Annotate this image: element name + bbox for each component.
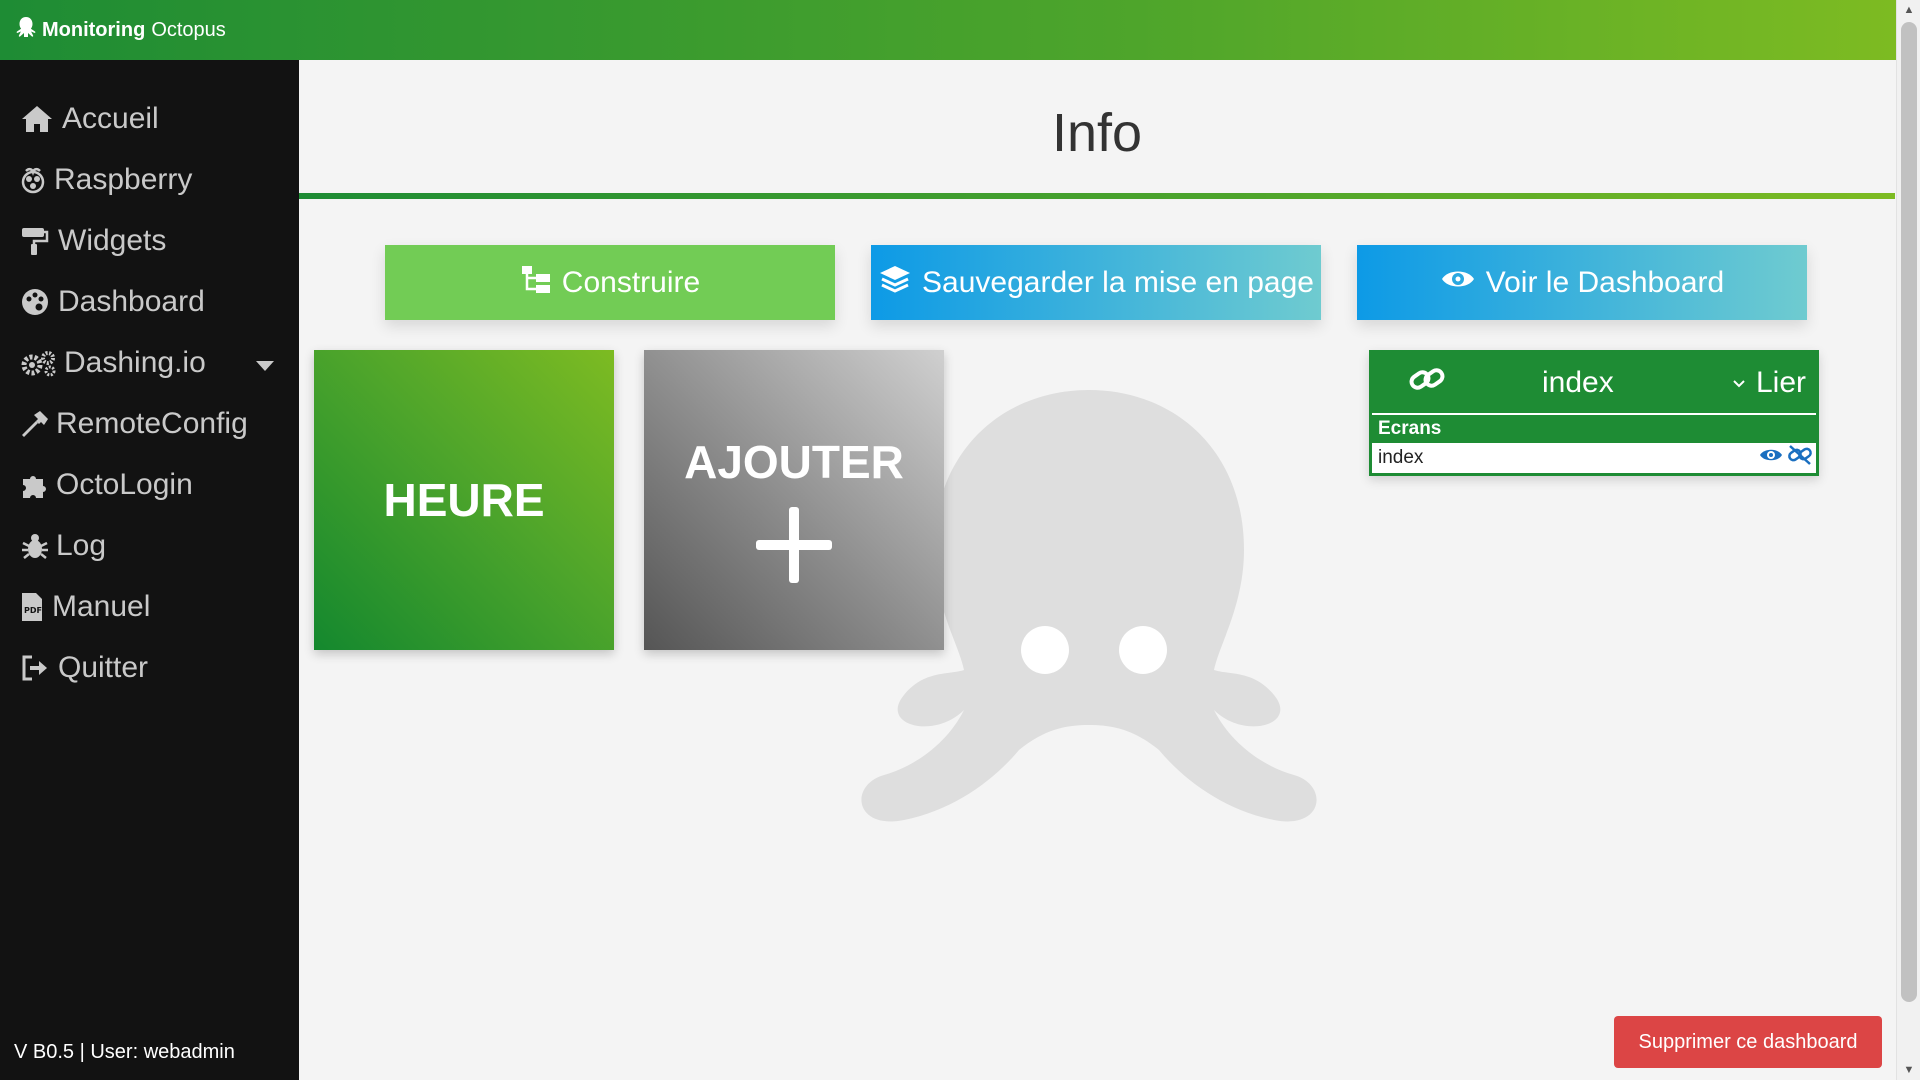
layers-icon (878, 264, 912, 302)
svg-text:PDF: PDF (24, 606, 42, 615)
sidebar-item-accueil[interactable]: Accueil (0, 88, 299, 149)
page-title: Info (1051, 103, 1143, 163)
sidebar-item-label: OctoLogin (56, 467, 193, 501)
save-label: Sauvegarder la mise en page (922, 265, 1314, 299)
sidebar-item-label: Raspberry (54, 162, 193, 196)
sidebar-item-raspberry[interactable]: Raspberry (0, 149, 299, 210)
sidebar-item-octologin[interactable]: OctoLogin (0, 454, 299, 515)
title-divider (299, 193, 1895, 199)
sidebar-item-label: Dashboard (58, 284, 205, 318)
link-icon (1408, 364, 1446, 402)
hammer-icon (20, 408, 54, 440)
sidebar-item-label: Quitter (58, 650, 149, 684)
tile-label: HEURE (383, 474, 545, 526)
sitemap-icon (520, 264, 552, 302)
view-screen-eye-icon[interactable] (1759, 446, 1783, 470)
sidebar-item-widgets[interactable]: Widgets (0, 210, 299, 271)
cogs-icon (20, 347, 62, 379)
sign-out-icon (20, 652, 56, 684)
sidebar: Accueil Raspberry Widgets Dashboard Dash… (0, 60, 299, 1080)
unlink-icon[interactable] (1787, 444, 1813, 472)
link-screens-panel: index Lier Ecrans index (1369, 350, 1819, 476)
caret-down-icon[interactable] (255, 346, 275, 380)
plus-icon (756, 507, 832, 583)
link-header: index Lier (1372, 353, 1816, 413)
tile-label: AJOUTER (684, 436, 904, 488)
delete-dashboard-button[interactable]: Supprimer ce dashboard (1614, 1016, 1882, 1068)
sidebar-item-log[interactable]: Log (0, 515, 299, 576)
screens-header: Ecrans (1372, 413, 1816, 443)
puzzle-icon (20, 469, 54, 501)
scroll-up-arrow-icon[interactable]: ▲ (1897, 0, 1920, 20)
raspberry-icon (20, 164, 52, 196)
pdf-icon: PDF (20, 591, 50, 623)
sidebar-nav: Accueil Raspberry Widgets Dashboard Dash… (0, 0, 299, 698)
sidebar-item-remoteconfig[interactable]: RemoteConfig (0, 393, 299, 454)
scroll-thumb[interactable] (1901, 22, 1917, 1002)
sidebar-item-label: RemoteConfig (56, 406, 248, 440)
sidebar-item-label: Accueil (62, 101, 159, 135)
eye-icon (1440, 266, 1476, 300)
link-button[interactable]: Lier (1756, 366, 1806, 400)
palette-icon (20, 286, 56, 318)
sidebar-item-label: Log (56, 528, 107, 562)
scrollbar[interactable]: ▲ ▼ (1896, 0, 1920, 1080)
paint-roller-icon (20, 225, 56, 257)
screen-row: index (1372, 443, 1816, 473)
home-icon (20, 103, 60, 135)
screen-name: index (1378, 447, 1424, 468)
bug-icon (20, 530, 54, 562)
view-dashboard-button[interactable]: Voir le Dashboard (1357, 245, 1807, 320)
sidebar-item-label: Widgets (58, 223, 167, 257)
view-label: Voir le Dashboard (1485, 265, 1725, 299)
save-layout-button[interactable]: Sauvegarder la mise en page (871, 245, 1321, 320)
sidebar-item-manuel[interactable]: PDF Manuel (0, 576, 299, 637)
main-content: Info Construire Sauvegarder la mise en p… (299, 60, 1896, 1080)
sidebar-item-dashing-io[interactable]: Dashing.io (0, 332, 299, 393)
sidebar-item-label: Manuel (52, 589, 151, 623)
widget-tile-heure[interactable]: HEURE (314, 350, 614, 650)
version-user-info: V B0.5 | User: webadmin (14, 1041, 235, 1063)
sidebar-item-quitter[interactable]: Quitter (0, 637, 299, 698)
add-widget-tile[interactable]: AJOUTER (644, 350, 944, 650)
scroll-down-arrow-icon[interactable]: ▼ (1897, 1060, 1920, 1080)
sidebar-item-label: Dashing.io (64, 345, 206, 379)
build-label: Construire (561, 265, 701, 299)
sidebar-item-dashboard[interactable]: Dashboard (0, 271, 299, 332)
screen-select[interactable]: index (1542, 366, 1614, 400)
chevron-down-icon[interactable] (1732, 373, 1746, 394)
build-button[interactable]: Construire (385, 245, 835, 320)
screen-actions (1759, 444, 1813, 472)
